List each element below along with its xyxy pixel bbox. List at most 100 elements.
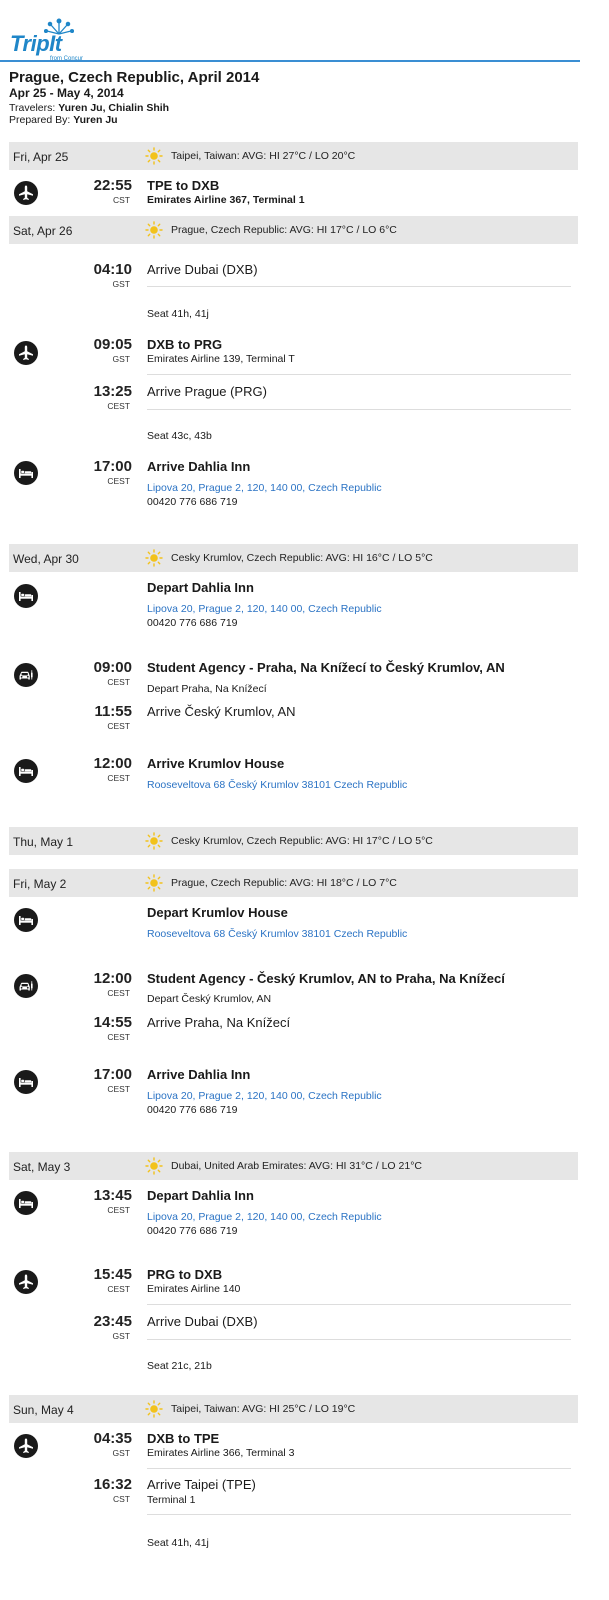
car-icon[interactable] [14,663,38,687]
event-timezone: CST [113,1494,130,1504]
flight-title[interactable]: DXB to PRG [147,337,222,352]
flight-details: Emirates Airline 367, Terminal 1 [147,194,305,206]
trip-title: Prague, Czech Republic, April 2014 [9,69,260,86]
day-header: Fri, Apr 25 Taipei, Taiwan: AVG: HI 27°C… [9,142,578,170]
address-link[interactable]: Lipova 20, Prague 2, 120, 140 00, Czech … [147,603,382,615]
bed-icon[interactable] [14,759,38,783]
lodging-title[interactable]: Depart Dahlia Inn [147,1188,254,1203]
arrival-title[interactable]: Arrive Taipei (TPE) [147,1477,256,1492]
travelers-line: Travelers: Yuren Ju, Chialin Shih [9,102,169,114]
event-time: 23:45 [93,1313,132,1330]
sun-icon [145,1400,163,1418]
day-header: Sat, Apr 26 Prague, Czech Republic: AVG:… [9,216,578,244]
plane-icon[interactable] [14,1434,38,1458]
transport-details: Depart Český Krumlov, AN [147,993,272,1005]
arrival-title[interactable]: Arrive Prague (PRG) [147,384,267,399]
seat-info: Seat 43c, 43b [147,430,212,442]
event-time: 13:25 [93,383,132,400]
lodging-title[interactable]: Depart Krumlov House [147,905,288,920]
event-timezone: CEST [107,1284,130,1294]
tripit-logo[interactable]: TripIt from Concur [10,18,105,62]
address-link[interactable]: Lipova 20, Prague 2, 120, 140 00, Czech … [147,1090,382,1102]
day-header: Sun, May 4 Taipei, Taiwan: AVG: HI 25°C … [9,1395,578,1423]
flight-title[interactable]: PRG to DXB [147,1267,222,1282]
flight-details: Emirates Airline 366, Terminal 3 [147,1447,295,1459]
divider [147,374,571,375]
address-link[interactable]: Lipova 20, Prague 2, 120, 140 00, Czech … [147,482,382,494]
sun-icon [145,1157,163,1175]
event-time: 15:45 [93,1266,132,1283]
event-timezone: GST [112,1331,130,1341]
arrival-title[interactable]: Arrive Dubai (DXB) [147,1314,258,1329]
arrival-title[interactable]: Arrive Praha, Na Knížecí [147,1015,290,1030]
flight-title[interactable]: DXB to TPE [147,1431,219,1446]
bed-icon[interactable] [14,584,38,608]
lodging-title[interactable]: Arrive Krumlov House [147,756,284,771]
travelers-label: Travelers: [9,102,56,114]
trip-dates: Apr 25 - May 4, 2014 [9,86,124,100]
event-timezone: GST [112,1448,130,1458]
address-link[interactable]: Rooseveltova 68 Český Krumlov 38101 Czec… [147,779,407,791]
transport-title[interactable]: Student Agency - Praha, Na Knížecí to Če… [147,660,505,675]
event-time: 22:55 [93,177,132,194]
bed-icon[interactable] [14,1191,38,1215]
event-time: 12:00 [93,755,132,772]
event-timezone: CEST [107,988,130,998]
lodging-title[interactable]: Depart Dahlia Inn [147,580,254,595]
plane-icon[interactable] [14,1270,38,1294]
event-timezone: CST [113,195,130,205]
logo-wordmark: TripIt [10,31,62,56]
event-timezone: CEST [107,1205,130,1215]
bed-icon[interactable] [14,908,38,932]
event-timezone: CEST [107,1084,130,1094]
seat-info: Seat 41h, 41j [147,1537,209,1549]
day-header: Wed, Apr 30 Cesky Krumlov, Czech Republi… [9,544,578,572]
phone-number: 00420 776 686 719 [147,496,238,508]
event-time: 12:00 [93,970,132,987]
sun-icon [145,832,163,850]
address-link[interactable]: Lipova 20, Prague 2, 120, 140 00, Czech … [147,1211,382,1223]
arrival-title[interactable]: Arrive Dubai (DXB) [147,262,258,277]
header-divider [0,60,580,62]
event-time: 17:00 [93,1066,132,1083]
arrival-title[interactable]: Arrive Český Krumlov, AN [147,704,296,719]
sun-icon [145,147,163,165]
event-timezone: CEST [107,721,130,731]
plane-icon[interactable] [14,181,38,205]
event-timezone: GST [112,354,130,364]
day-header: Thu, May 1 Cesky Krumlov, Czech Republic… [9,827,578,855]
event-time: 14:55 [93,1014,132,1031]
sun-icon [145,874,163,892]
event-time: 04:35 [93,1430,132,1447]
day-label: Sat, May 3 [13,1160,71,1174]
travelers-names: Yuren Ju, Chialin Shih [58,102,170,114]
address-link[interactable]: Rooseveltova 68 Český Krumlov 38101 Czec… [147,928,407,940]
prepared-by-label: Prepared By: [9,114,71,126]
divider [147,1339,571,1340]
car-icon[interactable] [14,974,38,998]
weather-text: Cesky Krumlov, Czech Republic: AVG: HI 1… [171,552,433,564]
divider [147,1468,571,1469]
flight-title[interactable]: TPE to DXB [147,178,219,193]
bed-icon[interactable] [14,461,38,485]
divider [147,1304,571,1305]
divider [147,1514,571,1515]
phone-number: 00420 776 686 719 [147,1104,238,1116]
transport-title[interactable]: Student Agency - Český Krumlov, AN to Pr… [147,971,505,986]
lodging-title[interactable]: Arrive Dahlia Inn [147,1067,250,1082]
day-header: Sat, May 3 Dubai, United Arab Emirates: … [9,1152,578,1180]
day-label: Fri, May 2 [13,877,67,891]
lodging-title[interactable]: Arrive Dahlia Inn [147,459,250,474]
day-label: Fri, Apr 25 [13,150,69,164]
plane-icon[interactable] [14,341,38,365]
phone-number: 00420 776 686 719 [147,617,238,629]
weather-text: Dubai, United Arab Emirates: AVG: HI 31°… [171,1160,422,1172]
day-label: Sun, May 4 [13,1403,74,1417]
bed-icon[interactable] [14,1070,38,1094]
day-header: Fri, May 2 Prague, Czech Republic: AVG: … [9,869,578,897]
event-timezone: CEST [107,476,130,486]
prepared-by-name: Yuren Ju [73,114,118,126]
divider [147,409,571,410]
event-time: 16:32 [93,1476,132,1493]
event-time: 04:10 [93,261,132,278]
